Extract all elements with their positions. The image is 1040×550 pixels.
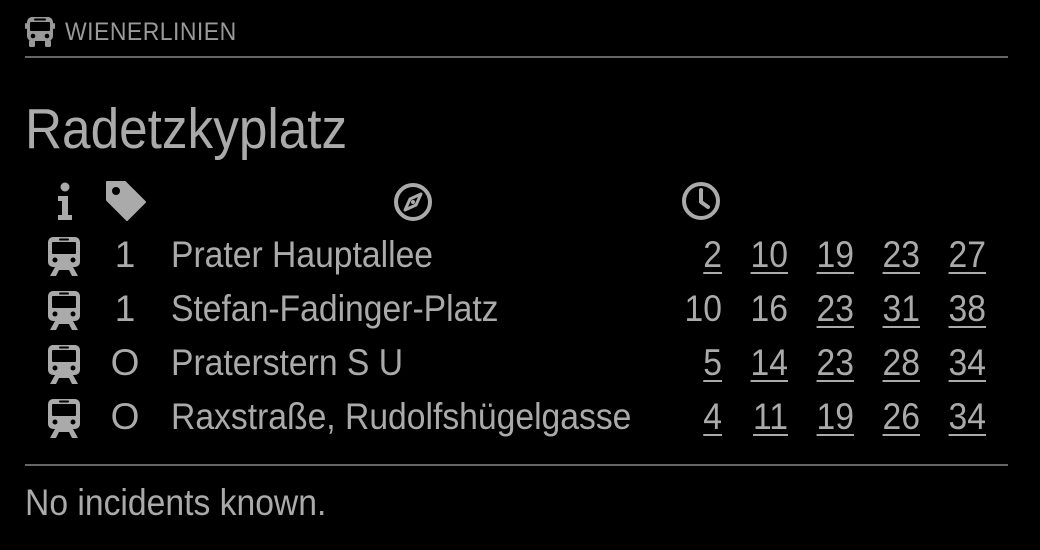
- line-number: O: [110, 342, 140, 383]
- departure-time: 14: [750, 342, 788, 383]
- incidents-text: No incidents known.: [25, 482, 327, 523]
- departure-time: 23: [816, 288, 854, 329]
- destination: Raxstraße, Rudolfshügelgasse: [171, 396, 632, 437]
- line-number: 1: [114, 234, 136, 275]
- tram-icon: [46, 291, 82, 331]
- departure-time: 23: [882, 234, 920, 275]
- tram-icon: [46, 237, 82, 277]
- departure-time: 27: [948, 234, 986, 275]
- departure-time: 28: [882, 342, 920, 383]
- clock-icon: [682, 182, 720, 220]
- compass-icon: [394, 183, 432, 221]
- departure-time: 19: [816, 396, 854, 437]
- departure-row: 1 Stefan-Fadinger-Platz 10 16 23 31 38: [0, 286, 1040, 340]
- departure-time: 34: [948, 396, 986, 437]
- line-number: 1: [114, 288, 136, 329]
- module-title: WIENERLINIEN: [65, 17, 237, 46]
- tram-icon: [46, 399, 82, 439]
- departure-time: 5: [703, 342, 722, 383]
- departure-time: 2: [703, 234, 722, 275]
- departure-time: 16: [750, 288, 788, 329]
- departure-time: 26: [882, 396, 920, 437]
- departure-time: 38: [948, 288, 986, 329]
- tag-icon: [106, 181, 146, 221]
- destination: Prater Hauptallee: [171, 234, 434, 275]
- module-header: WIENERLINIEN: [25, 14, 1008, 58]
- divider: [25, 464, 1008, 466]
- station-name: Radetzkyplatz: [25, 97, 348, 161]
- departure-row: 1 Prater Hauptallee 2 10 19 23 27: [0, 232, 1040, 286]
- departure-time: 4: [703, 396, 722, 437]
- departure-time: 31: [882, 288, 920, 329]
- departure-time: 10: [750, 234, 788, 275]
- info-icon: [58, 182, 72, 220]
- departure-row: O Praterstern S U 5 14 23 28 34: [0, 340, 1040, 394]
- bus-icon: [25, 17, 55, 47]
- destination: Stefan-Fadinger-Platz: [171, 288, 499, 329]
- departure-row: O Raxstraße, Rudolfshügelgasse 4 11 19 26 34: [0, 394, 1040, 448]
- tram-icon: [46, 345, 82, 385]
- departure-time: 10: [684, 288, 722, 329]
- departure-time: 11: [753, 396, 788, 437]
- departure-time: 34: [948, 342, 986, 383]
- departure-time: 19: [816, 234, 854, 275]
- destination: Praterstern S U: [171, 342, 404, 383]
- line-number: O: [110, 396, 140, 437]
- departure-time: 23: [816, 342, 854, 383]
